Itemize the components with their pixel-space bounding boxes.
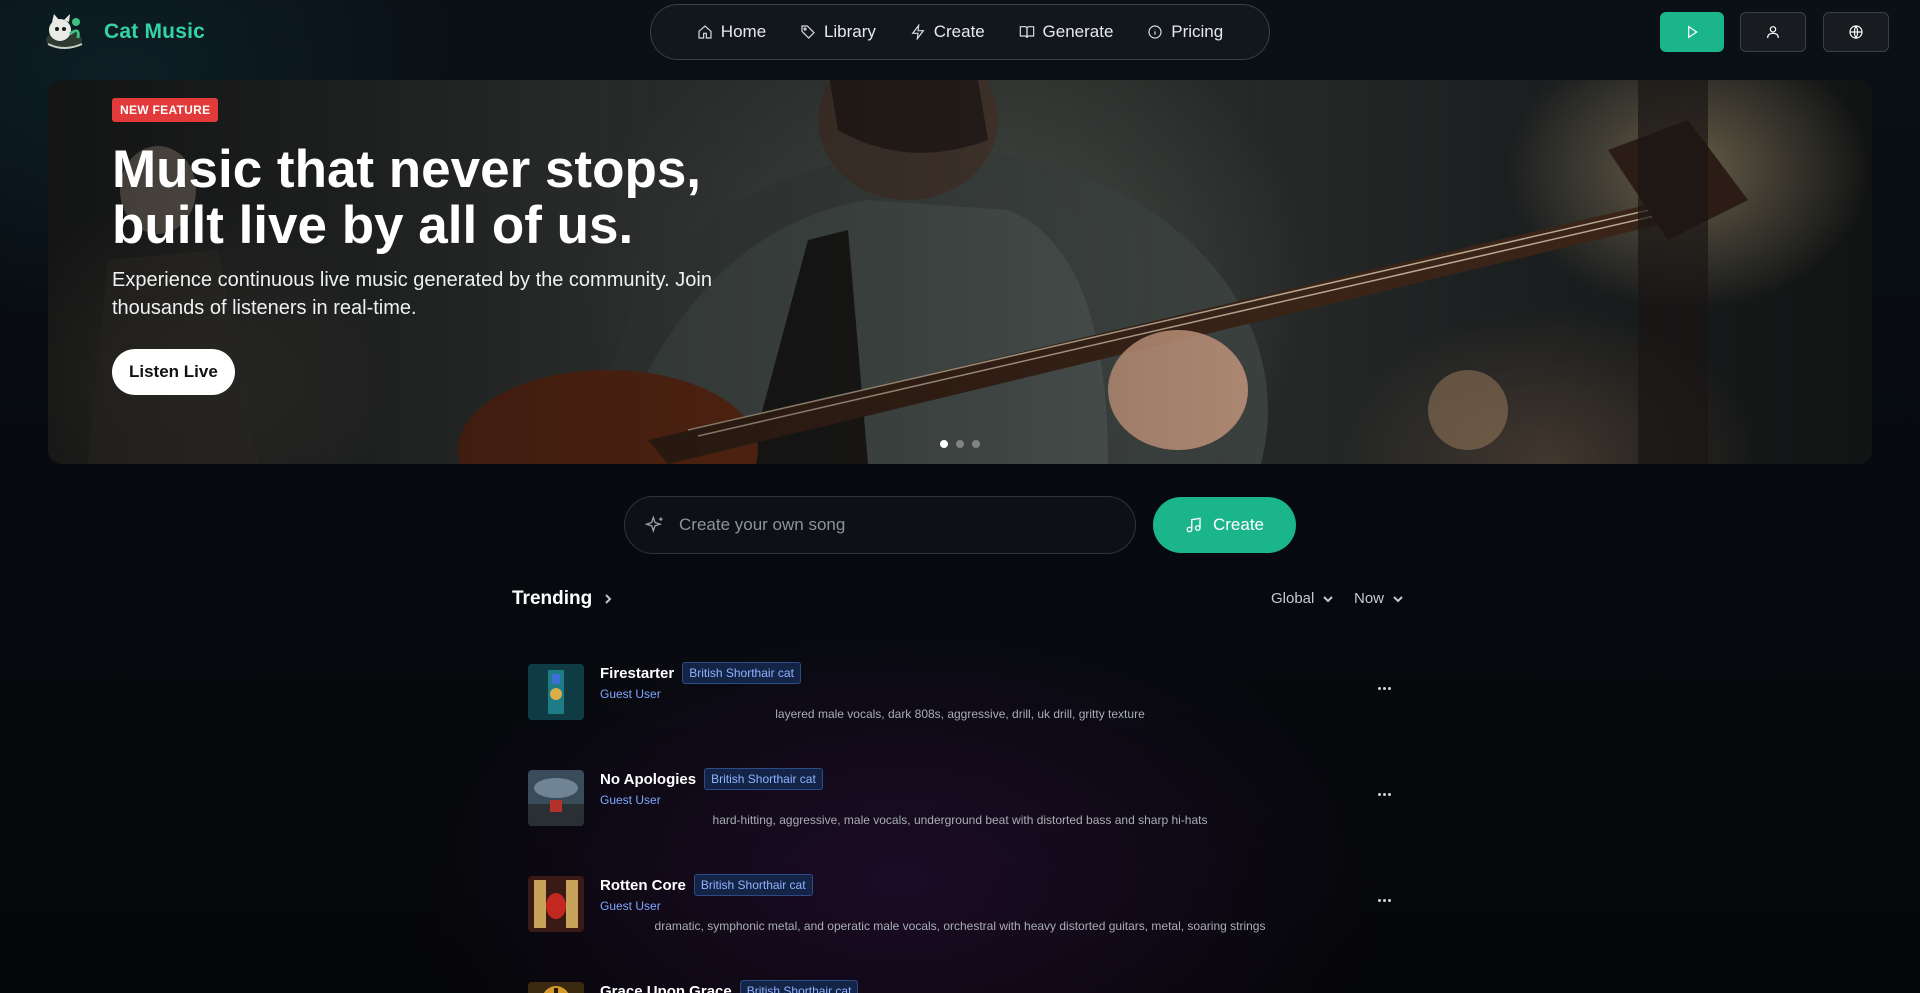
track-title-text: Rotten Core — [600, 876, 686, 894]
nav-home-label: Home — [720, 22, 767, 41]
top-header: Cat Music Home Library Create Generate P… — [0, 0, 1920, 64]
track-tag[interactable]: British Shorthair cat — [704, 768, 823, 790]
track-tag[interactable]: British Shorthair cat — [682, 662, 801, 684]
new-feature-badge: NEW FEATURE — [112, 98, 219, 122]
track-row[interactable]: Firestarter British Shorthair cat Guest … — [512, 650, 1408, 746]
listen-live-button[interactable]: Listen Live — [112, 349, 235, 395]
track-description: dramatic, symphonic metal, and operatic … — [654, 919, 1266, 933]
hero-title: Music that never stops, built live by al… — [112, 142, 752, 254]
track-row[interactable]: Rotten Core British Shorthair cat Guest … — [512, 862, 1408, 958]
nav-pricing-label: Pricing — [1171, 22, 1224, 41]
sparkles-icon — [645, 515, 663, 533]
account-button[interactable] — [1740, 12, 1806, 52]
play-icon — [1688, 25, 1698, 39]
nav-generate-label: Generate — [1042, 22, 1114, 41]
nav-library-label: Library — [823, 22, 876, 41]
carousel-dot-1[interactable] — [940, 440, 948, 448]
chevron-right-icon — [605, 594, 612, 604]
period-filter-value: Now — [1354, 590, 1385, 607]
track-description: layered male vocals, dark 808s, aggressi… — [775, 707, 1145, 721]
hero-subtitle: Experience continuous live music generat… — [112, 269, 712, 319]
book-icon — [1019, 26, 1034, 39]
nav-generate[interactable]: Generate — [1019, 22, 1114, 42]
more-options-button[interactable] — [1372, 786, 1396, 802]
period-filter[interactable]: Now — [1354, 590, 1404, 607]
track-title-text: Firestarter — [600, 664, 675, 682]
track-description: hard-hitting, aggressive, male vocals, u… — [712, 813, 1208, 827]
track-title-text: No Apologies — [600, 770, 697, 788]
trending-label: Trending — [512, 588, 593, 609]
track-cover[interactable] — [528, 982, 584, 993]
info-icon — [1148, 25, 1162, 39]
user-icon — [1767, 26, 1779, 39]
language-button[interactable] — [1823, 12, 1889, 52]
hero-title-line-1: Music that never stops, — [112, 140, 702, 199]
track-title[interactable]: Rotten Core British Shorthair cat — [600, 874, 813, 896]
region-filter[interactable]: Global — [1271, 590, 1334, 607]
hero-banner[interactable]: NEW FEATURE Music that never stops, buil… — [48, 80, 1872, 464]
carousel-dot-2[interactable] — [956, 440, 964, 448]
nav-create-label: Create — [933, 22, 985, 41]
hero-title-line-2: built live by all of us. — [112, 196, 634, 255]
chevron-down-icon — [1323, 595, 1334, 602]
trending-heading[interactable]: Trending — [512, 588, 614, 610]
carousel-dots — [940, 440, 980, 448]
track-title-text: Grace Upon Grace — [600, 982, 732, 993]
track-title[interactable]: No Apologies British Shorthair cat — [600, 768, 823, 790]
track-title[interactable]: Firestarter British Shorthair cat — [600, 662, 801, 684]
track-author[interactable]: Guest User — [600, 899, 661, 913]
track-row[interactable]: No Apologies British Shorthair cat Guest… — [512, 756, 1408, 852]
track-author[interactable]: Guest User — [600, 687, 661, 701]
nav-library[interactable]: Library — [800, 22, 876, 42]
track-tag[interactable]: British Shorthair cat — [739, 980, 859, 993]
nav-create[interactable]: Create — [910, 22, 985, 42]
main-nav: Home Library Create Generate Pricing — [650, 4, 1270, 60]
cat-logo-icon[interactable] — [40, 8, 88, 54]
brand-name[interactable]: Cat Music — [104, 20, 205, 44]
more-options-button[interactable] — [1372, 680, 1396, 696]
more-options-button[interactable] — [1372, 892, 1396, 908]
track-author[interactable]: Guest User — [600, 793, 661, 807]
track-tag[interactable]: British Shorthair cat — [693, 874, 813, 896]
create-button-label: Create — [1212, 515, 1265, 534]
create-song-input[interactable] — [679, 515, 1099, 535]
nav-home[interactable]: Home — [697, 22, 766, 42]
tag-icon — [801, 25, 815, 39]
play-button[interactable] — [1660, 12, 1724, 52]
home-icon — [698, 25, 712, 39]
chevron-down-icon — [1393, 595, 1403, 602]
bolt-icon — [911, 24, 925, 40]
create-song-field[interactable] — [624, 496, 1136, 554]
track-row[interactable]: Grace Upon Grace British Shorthair cat — [512, 968, 1408, 993]
region-filter-value: Global — [1271, 590, 1315, 607]
nav-pricing[interactable]: Pricing — [1147, 22, 1223, 42]
carousel-dot-3[interactable] — [972, 440, 980, 448]
globe-icon — [1849, 25, 1863, 40]
music-note-icon — [1186, 517, 1201, 533]
create-button[interactable]: Create — [1153, 497, 1296, 553]
track-title[interactable]: Grace Upon Grace British Shorthair cat — [600, 980, 859, 993]
